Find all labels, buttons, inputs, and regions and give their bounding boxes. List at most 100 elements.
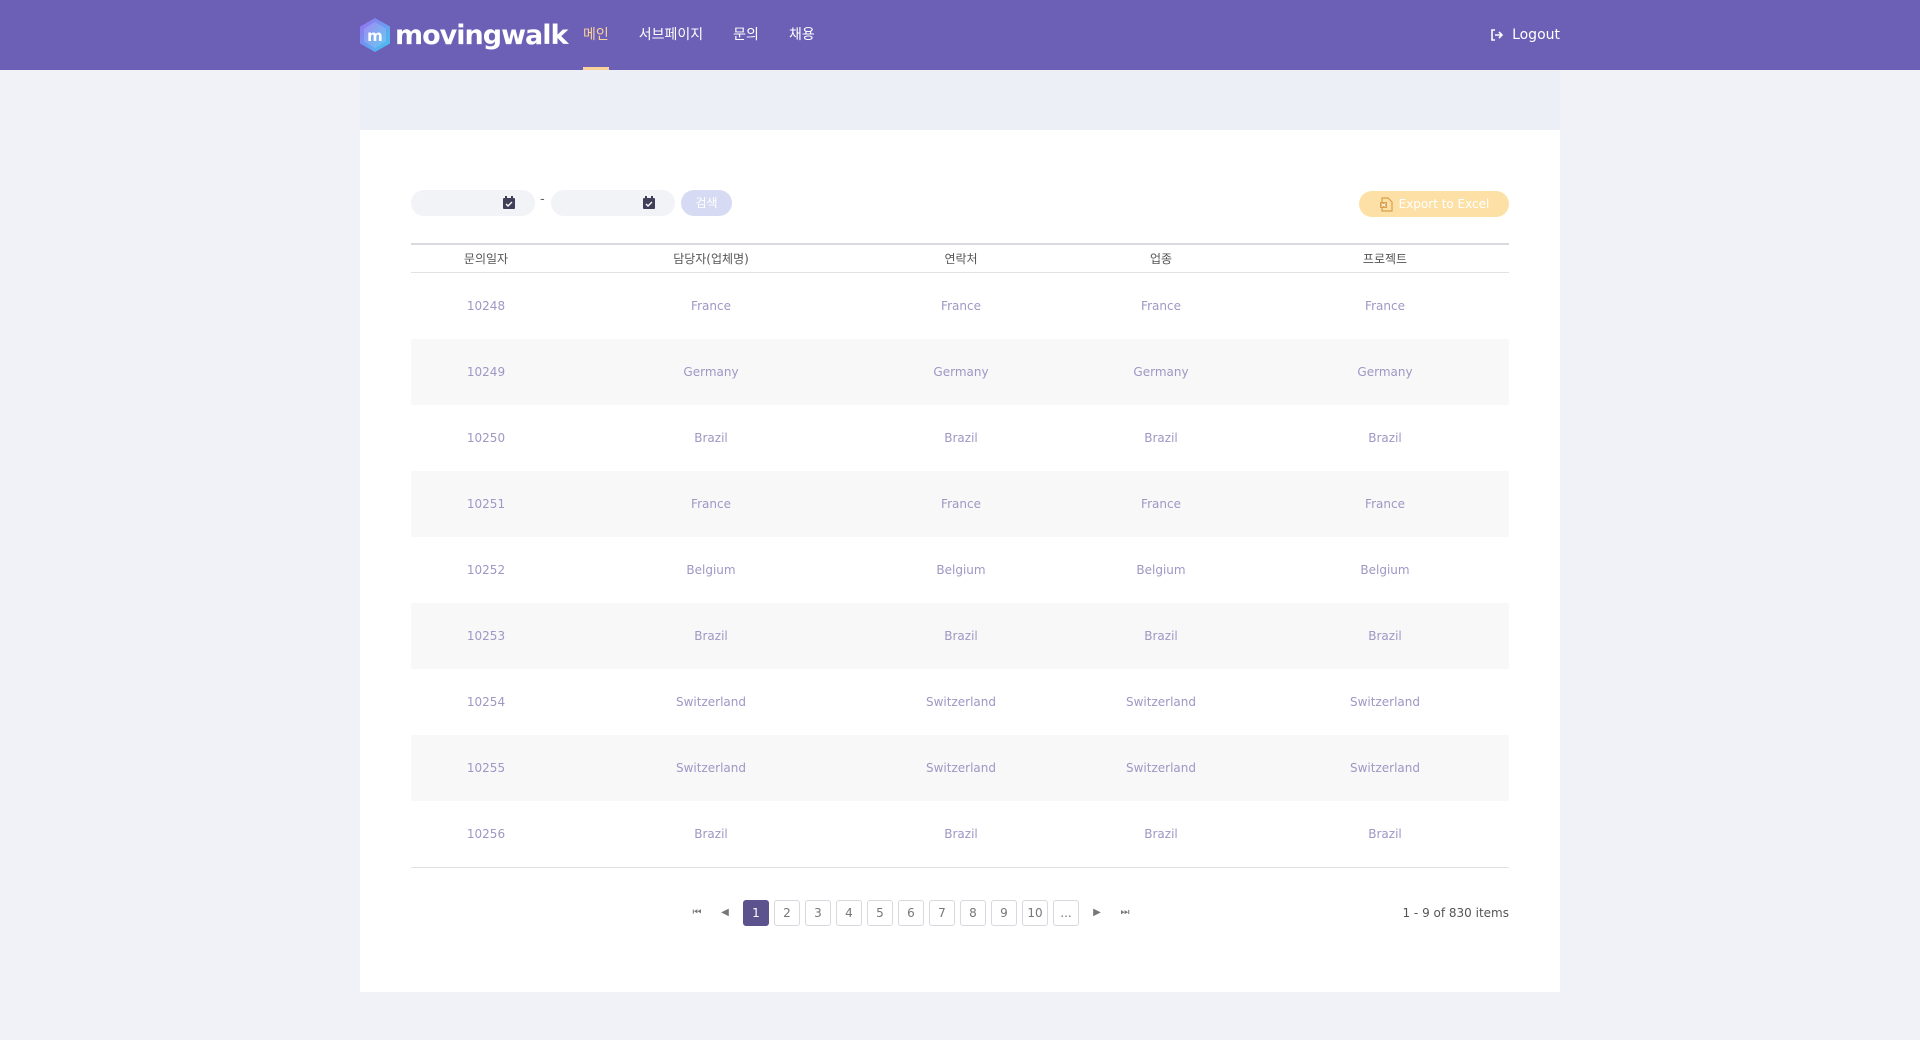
table-row[interactable]: 10256 Brazil Brazil Brazil Brazil xyxy=(411,801,1509,867)
table-cell: Brazil xyxy=(944,431,978,445)
logout-button[interactable]: Logout xyxy=(1490,0,1560,70)
page-header-area xyxy=(360,70,1560,130)
table-header: 문의일자 담당자(업체명) 연락처 업종 프로젝트 xyxy=(411,243,1509,273)
start-date-field[interactable] xyxy=(411,190,535,216)
nav-item-label: 서브페이지 xyxy=(638,27,704,43)
table-cell: 10251 xyxy=(466,497,506,511)
last-page-icon[interactable]: ⏭ xyxy=(1115,900,1135,926)
table-cell: Switzerland xyxy=(676,761,746,775)
table-cell: Brazil xyxy=(944,827,978,841)
table-cell: Belgium xyxy=(936,563,986,577)
table-cell: 10253 xyxy=(466,629,506,643)
table-cell: Brazil xyxy=(694,431,728,445)
table-row[interactable]: 10253 Brazil Brazil Brazil Brazil xyxy=(411,603,1509,669)
nav-item-label: 채용 xyxy=(788,27,815,43)
table-cell: Belgium xyxy=(1360,563,1410,577)
column-header[interactable]: 업종 xyxy=(1061,245,1261,272)
table-cell: Switzerland xyxy=(926,761,996,775)
page-button[interactable]: 6 xyxy=(898,900,924,926)
nav-item-recruit[interactable]: 채용 xyxy=(789,0,815,70)
svg-text:m: m xyxy=(367,27,383,45)
end-date-input[interactable] xyxy=(561,190,641,216)
start-date-input[interactable] xyxy=(421,190,501,216)
nav-item-inquiry[interactable]: 문의 xyxy=(733,0,759,70)
table-cell: 10255 xyxy=(466,761,506,775)
page-button[interactable]: 4 xyxy=(836,900,862,926)
table-cell: Belgium xyxy=(686,563,736,577)
table-cell: Switzerland xyxy=(1126,695,1196,709)
date-range-separator: - xyxy=(540,192,545,207)
next-page-icon[interactable]: ▶ xyxy=(1087,900,1107,926)
page-button[interactable]: 2 xyxy=(774,900,800,926)
page-button[interactable]: 8 xyxy=(960,900,986,926)
table-cell: 10256 xyxy=(466,827,506,841)
table-cell: France xyxy=(941,497,981,511)
table-row[interactable]: 10254 Switzerland Switzerland Switzerlan… xyxy=(411,669,1509,735)
page-button-current[interactable]: 1 xyxy=(743,900,769,926)
calendar-icon[interactable] xyxy=(503,196,515,209)
table-cell: Brazil xyxy=(694,827,728,841)
table-cell: Germany xyxy=(933,365,989,379)
table-cell: France xyxy=(691,299,731,313)
page-button[interactable]: 3 xyxy=(805,900,831,926)
page-button-more[interactable]: ... xyxy=(1053,900,1079,926)
end-date-field[interactable] xyxy=(551,190,675,216)
table-cell: Brazil xyxy=(1368,629,1402,643)
filter-toolbar: - 검색 Export to Excel xyxy=(411,190,1509,217)
nav-item-subpage[interactable]: 서브페이지 xyxy=(639,0,703,70)
table-cell: France xyxy=(1141,497,1181,511)
table-cell: Germany xyxy=(1133,365,1189,379)
table-cell: 10252 xyxy=(466,563,506,577)
table-cell: Switzerland xyxy=(1350,761,1420,775)
table-cell: France xyxy=(1365,299,1405,313)
table-cell: Belgium xyxy=(1136,563,1186,577)
table-cell: France xyxy=(691,497,731,511)
table-cell: Brazil xyxy=(1144,827,1178,841)
top-navbar: m movingwalk 메인 서브페이지 문의 채용 Logout xyxy=(0,0,1920,70)
table-row[interactable]: 10251 France France France France xyxy=(411,471,1509,537)
table-cell: 10250 xyxy=(466,431,506,445)
table-cell: Germany xyxy=(1357,365,1413,379)
logo-mark-icon: m xyxy=(359,17,391,53)
page-button[interactable]: 5 xyxy=(867,900,893,926)
content-card: - 검색 Export to Excel 문의일자 담당자(업체명) 연락처 업… xyxy=(360,130,1560,992)
prev-page-icon[interactable]: ◀ xyxy=(715,900,735,926)
page-button[interactable]: 9 xyxy=(991,900,1017,926)
table-cell: Brazil xyxy=(1144,629,1178,643)
table-cell: France xyxy=(1141,299,1181,313)
column-header[interactable]: 프로젝트 xyxy=(1261,245,1509,272)
column-header[interactable]: 연락처 xyxy=(861,245,1061,272)
first-page-icon[interactable]: ⏮ xyxy=(687,900,707,926)
table-cell: Switzerland xyxy=(926,695,996,709)
calendar-icon[interactable] xyxy=(643,196,655,209)
main-nav: 메인 서브페이지 문의 채용 xyxy=(583,0,845,70)
pagination-info: 1 - 9 of 830 items xyxy=(1402,906,1509,920)
table-cell: Brazil xyxy=(1144,431,1178,445)
table-cell: France xyxy=(941,299,981,313)
logo[interactable]: m movingwalk xyxy=(359,15,568,55)
table-row[interactable]: 10255 Switzerland Switzerland Switzerlan… xyxy=(411,735,1509,801)
page-button[interactable]: 10 xyxy=(1022,900,1048,926)
nav-item-label: 메인 xyxy=(583,27,609,43)
search-button[interactable]: 검색 xyxy=(681,190,732,216)
export-excel-button[interactable]: Export to Excel xyxy=(1359,191,1509,217)
table-cell: 10254 xyxy=(466,695,506,709)
table-cell: Switzerland xyxy=(676,695,746,709)
sign-out-icon xyxy=(1491,29,1504,41)
table-row[interactable]: 10250 Brazil Brazil Brazil Brazil xyxy=(411,405,1509,471)
column-header[interactable]: 담당자(업체명) xyxy=(561,245,861,272)
column-header[interactable]: 문의일자 xyxy=(411,245,561,272)
table-row[interactable]: 10249 Germany Germany Germany Germany xyxy=(411,339,1509,405)
nav-item-label: 문의 xyxy=(733,27,759,43)
table-row[interactable]: 10248 France France France France xyxy=(411,273,1509,339)
table-cell: Switzerland xyxy=(1126,761,1196,775)
logo-text: movingwalk xyxy=(395,19,568,51)
table-row[interactable]: 10252 Belgium Belgium Belgium Belgium xyxy=(411,537,1509,603)
table-cell: Brazil xyxy=(944,629,978,643)
export-label: Export to Excel xyxy=(1398,197,1490,211)
page-button[interactable]: 7 xyxy=(929,900,955,926)
inquiry-table: 문의일자 담당자(업체명) 연락처 업종 프로젝트 10248 France F… xyxy=(411,243,1509,868)
nav-item-main[interactable]: 메인 xyxy=(583,0,609,70)
pagination: ⏮ ◀ 1 2 3 4 5 6 7 8 9 10 ... ▶ ⏭ 1 - 9 o… xyxy=(411,900,1509,926)
table-cell: France xyxy=(1365,497,1405,511)
